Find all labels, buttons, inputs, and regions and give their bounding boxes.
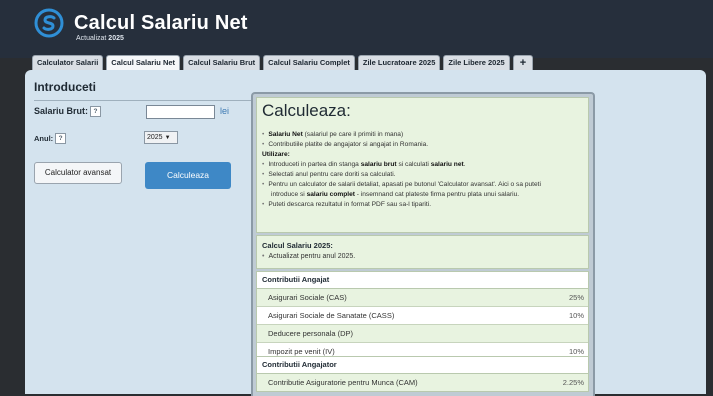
list-item: Pentru un calculator de salarii detaliat…: [262, 180, 584, 191]
chevron-down-icon: ▼: [164, 135, 171, 141]
update-title: Calcul Salariu 2025:: [262, 241, 333, 250]
list-item: Contributiile platite de angajator si an…: [262, 140, 584, 151]
year-select[interactable]: 2025 ▼: [144, 131, 178, 144]
update-text: Actualizat pentru anul 2025.: [262, 253, 355, 260]
info-title: Calculeaza:: [262, 101, 351, 120]
tab-calcul-salariu-complet[interactable]: Calcul Salariu Complet: [263, 55, 355, 70]
app-header: Calcul Salariu Net Actualizat 2025: [0, 0, 713, 58]
calculate-button[interactable]: Calculeaza: [145, 162, 231, 189]
list-item: Salariu Net (salariul pe care il primiti…: [262, 130, 584, 141]
tab-calculator-salarii[interactable]: Calculator Salarii: [32, 55, 104, 70]
s-logo-icon: [34, 8, 64, 38]
year-label: Anul:?: [34, 133, 67, 144]
divider: [34, 100, 262, 101]
app-title: Calcul Salariu Net: [74, 12, 248, 34]
list-item: Introduceti in partea din stanga salariu…: [262, 160, 584, 171]
table-row: Asigurari Sociale (CAS) 25%: [257, 289, 588, 307]
tab-calcul-salariu-brut[interactable]: Calcul Salariu Brut: [183, 55, 261, 70]
table-row: Contributie Asiguratorie pentru Munca (C…: [257, 374, 588, 391]
employer-contributions-table: Contributii Angajator Contributie Asigur…: [256, 356, 589, 392]
info-box: Calculeaza: Salariu Net (salariul pe car…: [256, 97, 589, 233]
usage-label: Utilizare:: [262, 151, 290, 158]
salary-unit: lei: [220, 106, 230, 116]
main-content: Introduceti Salariu Brut:? lei Anul:? 20…: [25, 70, 706, 396]
tab-zile-libere[interactable]: Zile Libere 2025: [443, 55, 510, 70]
list-item-continuation: introduce si salariu complet - insemnand…: [271, 191, 520, 198]
list-item: Selectati anul pentru care doriti sa cal…: [262, 170, 584, 181]
update-box: Calcul Salariu 2025: Actualizat pentru a…: [256, 235, 589, 269]
employee-contributions-table: Contributii Angajat Asigurari Sociale (C…: [256, 271, 589, 361]
advanced-calculator-button[interactable]: Calculator avansat: [34, 162, 122, 184]
employer-contributions-title: Contributii Angajator: [257, 357, 588, 374]
app-subtitle: Actualizat 2025: [76, 35, 124, 42]
help-icon[interactable]: ?: [90, 106, 102, 117]
list-item: Puteti descarca rezultatul in format PDF…: [262, 200, 584, 211]
form-title: Introduceti: [34, 80, 96, 94]
add-tab-button[interactable]: +: [512, 55, 534, 70]
employee-contributions-title: Contributii Angajat: [257, 272, 588, 289]
table-row: Deducere personala (DP): [257, 325, 588, 343]
tab-zile-lucratoare[interactable]: Zile Lucratoare 2025: [357, 55, 441, 70]
results-panel: Calculeaza: Salariu Net (salariul pe car…: [251, 92, 595, 396]
help-icon[interactable]: ?: [55, 133, 67, 144]
salary-input[interactable]: [146, 105, 215, 119]
salary-label: Salariu Brut:?: [34, 106, 102, 117]
table-row: Asigurari Sociale de Sanatate (CASS) 10%: [257, 307, 588, 325]
tab-bar: Calculator Salarii Calcul Salariu Net Ca…: [32, 55, 534, 72]
